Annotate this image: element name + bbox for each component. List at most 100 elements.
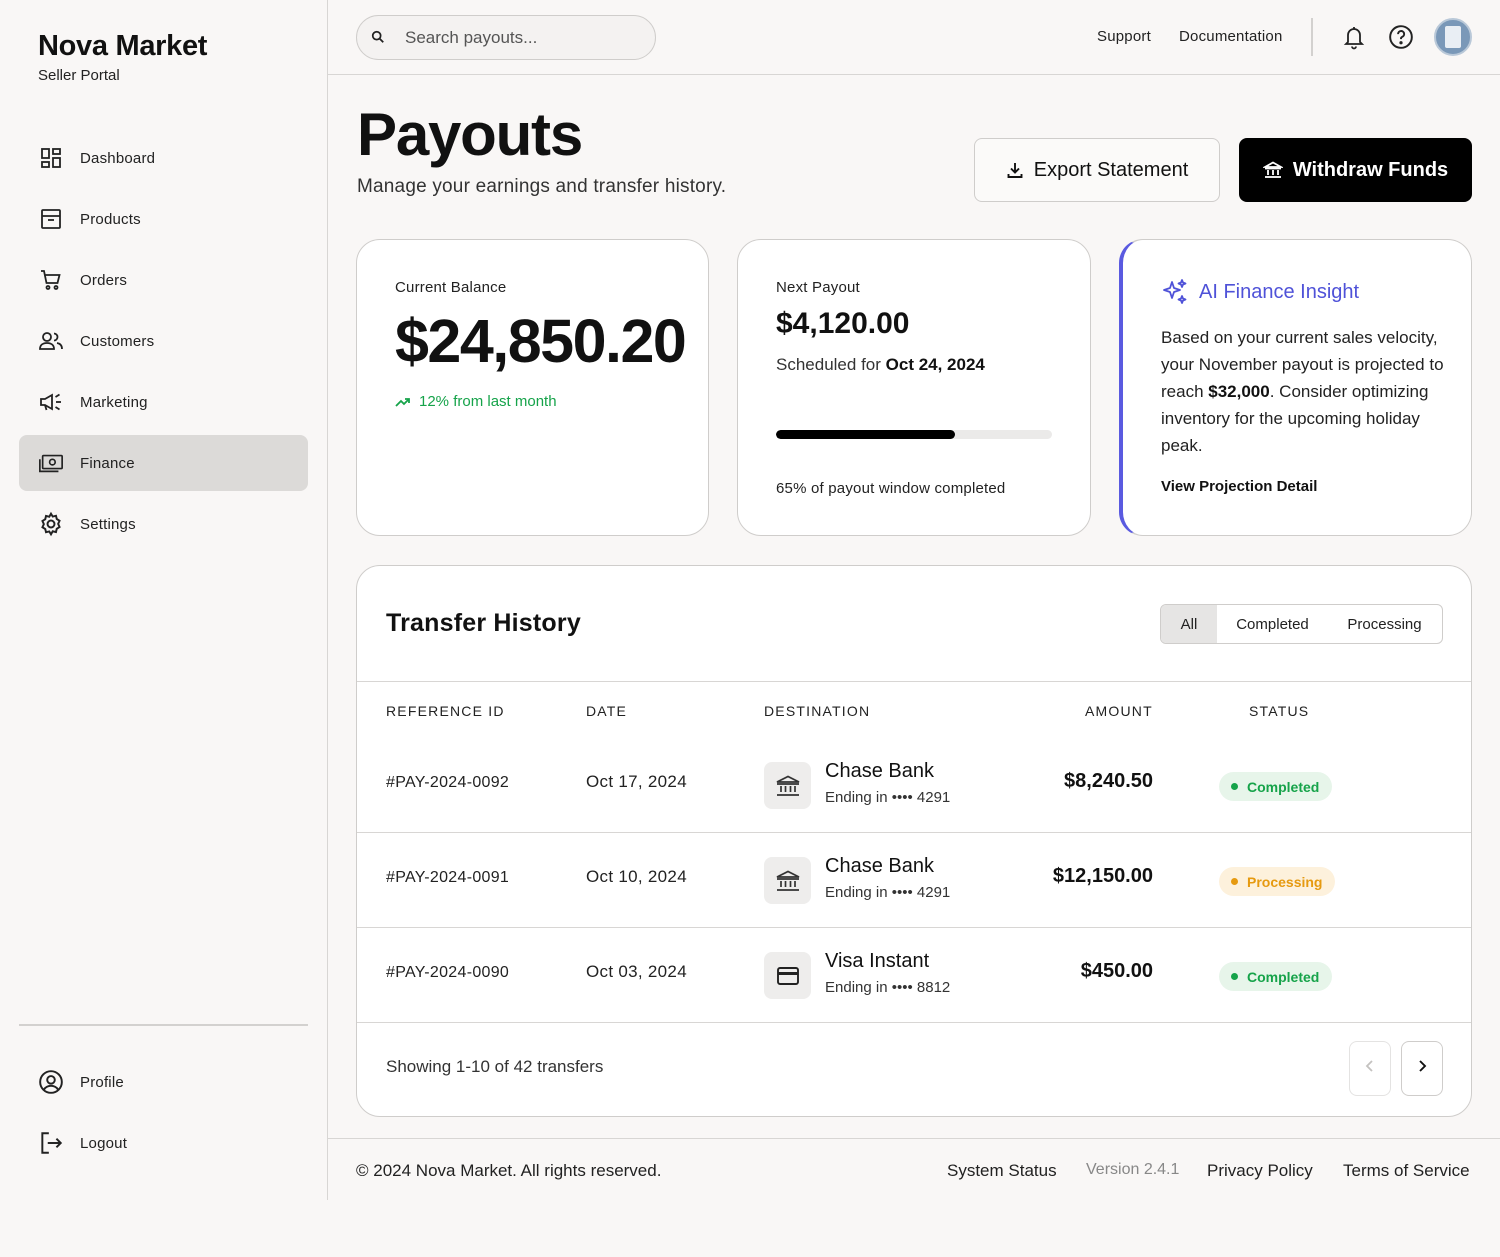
sidebar-item-marketing[interactable]: Marketing (19, 374, 308, 430)
bell-icon[interactable] (1341, 24, 1367, 50)
view-projection-link[interactable]: View Projection Detail (1161, 478, 1317, 495)
page-subtitle: Manage your earnings and transfer histor… (357, 176, 727, 197)
sparkles-icon (1161, 278, 1189, 306)
ai-insight-header: AI Finance Insight (1161, 278, 1359, 306)
status-text: Completed (1247, 968, 1320, 985)
sidebar-item-logout[interactable]: Logout (19, 1115, 308, 1171)
sidebar-item-profile[interactable]: Profile (19, 1054, 308, 1110)
table-header: REFERENCE ID DATE DESTINATION AMOUNT STA… (357, 681, 1471, 741)
system-status-link[interactable]: System Status (947, 1161, 1057, 1181)
brand-title: Nova Market (38, 30, 208, 62)
balance-label: Current Balance (395, 279, 507, 296)
sidebar-divider (19, 1024, 308, 1026)
help-icon[interactable] (1388, 24, 1414, 50)
current-balance-card: Current Balance $24,850.20 12% from last… (356, 239, 709, 536)
bank-icon (764, 762, 811, 809)
filter-completed[interactable]: Completed (1217, 605, 1328, 643)
status-dot (1231, 878, 1238, 885)
status-dot (1231, 973, 1238, 980)
brand: Nova Market Seller Portal (38, 30, 207, 84)
destination-name: Chase Bank (825, 760, 934, 782)
ai-insight-title: AI Finance Insight (1199, 280, 1360, 303)
filter-all[interactable]: All (1161, 605, 1217, 643)
header-divider (1311, 18, 1313, 56)
destination-name: Visa Instant (825, 950, 930, 972)
sidebar: Nova Market Seller Portal Dashboard Prod… (0, 0, 328, 1200)
top-header: Support Documentation (328, 0, 1500, 75)
sidebar-item-customers[interactable]: Customers (19, 313, 308, 369)
status-badge: Completed (1219, 772, 1333, 801)
documentation-link[interactable]: Documentation (1179, 28, 1283, 45)
destination-account: Ending in •••• 8812 (825, 979, 951, 996)
sidebar-item-label: Orders (80, 271, 128, 289)
balance-trend-text: 12% from last month (419, 393, 557, 410)
transfer-history-title: Transfer History (386, 609, 581, 637)
gear-icon (38, 511, 64, 537)
reference-id: #PAY-2024-0091 (386, 869, 510, 886)
dashboard-icon (38, 145, 64, 171)
logout-icon (38, 1130, 64, 1156)
table-row[interactable]: #PAY-2024-0090 Oct 03, 2024 Visa Instant… (357, 928, 1471, 1023)
reference-id: #PAY-2024-0092 (386, 774, 510, 791)
terms-of-service-link[interactable]: Terms of Service (1343, 1161, 1470, 1181)
status-badge: Processing (1219, 867, 1336, 896)
next-payout-schedule: Scheduled for Oct 24, 2024 (776, 355, 985, 375)
transfer-history-panel: Transfer History All Completed Processin… (356, 565, 1472, 1117)
filter-processing[interactable]: Processing (1328, 605, 1441, 643)
support-link[interactable]: Support (1097, 28, 1151, 45)
chevron-right-icon (1417, 1059, 1427, 1078)
next-payout-label: Next Payout (776, 279, 860, 296)
search-input[interactable] (405, 27, 645, 48)
column-header-status: STATUS (1249, 703, 1310, 719)
ai-insight-text: Based on your current sales velocity, yo… (1161, 324, 1451, 459)
privacy-policy-link[interactable]: Privacy Policy (1207, 1161, 1313, 1181)
reference-id: #PAY-2024-0090 (386, 964, 510, 981)
balance-trend: 12% from last month (395, 393, 557, 410)
download-icon (1006, 161, 1024, 179)
schedule-prefix: Scheduled for (776, 355, 881, 374)
copyright-text: © 2024 Nova Market. All rights reserved. (356, 1161, 662, 1180)
table-row[interactable]: #PAY-2024-0092 Oct 17, 2024 Chase Bank E… (357, 738, 1471, 833)
sidebar-bottom-nav: Profile Logout (19, 1054, 308, 1176)
avatar[interactable] (1434, 18, 1472, 56)
next-page-button[interactable] (1401, 1041, 1443, 1096)
payout-progress-fill (776, 430, 956, 439)
sidebar-item-label: Settings (80, 515, 136, 533)
search-bar[interactable] (356, 15, 656, 60)
bank-icon (1262, 160, 1283, 180)
transfer-amount: $8,240.50 (1064, 770, 1153, 792)
export-statement-button[interactable]: Export Statement (974, 138, 1220, 202)
cash-icon (38, 450, 64, 476)
sidebar-item-dashboard[interactable]: Dashboard (19, 130, 308, 186)
search-icon (371, 30, 387, 46)
sidebar-item-orders[interactable]: Orders (19, 252, 308, 308)
status-text: Completed (1247, 778, 1320, 795)
sidebar-item-settings[interactable]: Settings (19, 496, 308, 552)
export-statement-label: Export Statement (1033, 158, 1189, 181)
destination-account: Ending in •••• 4291 (825, 789, 951, 806)
chevron-left-icon (1365, 1059, 1375, 1078)
next-payout-card: Next Payout $4,120.00 Scheduled for Oct … (737, 239, 1091, 536)
page-title: Payouts (357, 101, 583, 168)
avatar-image (1445, 26, 1461, 48)
sidebar-item-label: Dashboard (80, 149, 156, 167)
previous-page-button[interactable] (1349, 1041, 1391, 1096)
trending-up-icon (395, 396, 411, 408)
users-icon (38, 328, 64, 354)
cart-icon (38, 267, 64, 293)
sidebar-item-finance[interactable]: Finance (19, 435, 308, 491)
table-row[interactable]: #PAY-2024-0091 Oct 10, 2024 Chase Bank E… (357, 833, 1471, 928)
sidebar-item-products[interactable]: Products (19, 191, 308, 247)
ai-insight-card: AI Finance Insight Based on your current… (1119, 239, 1472, 536)
withdraw-funds-button[interactable]: Withdraw Funds (1239, 138, 1472, 202)
transfer-date: Oct 03, 2024 (586, 962, 687, 981)
bank-icon (764, 857, 811, 904)
status-dot (1231, 783, 1238, 790)
sidebar-item-label: Marketing (80, 393, 148, 411)
ai-insight-highlight: $32,000 (1208, 382, 1270, 401)
sidebar-item-label: Profile (80, 1073, 124, 1091)
version-label: Version 2.4.1 (1086, 1161, 1180, 1178)
status-text: Processing (1247, 873, 1323, 890)
destination-name: Chase Bank (825, 855, 934, 877)
next-payout-amount: $4,120.00 (776, 307, 910, 340)
